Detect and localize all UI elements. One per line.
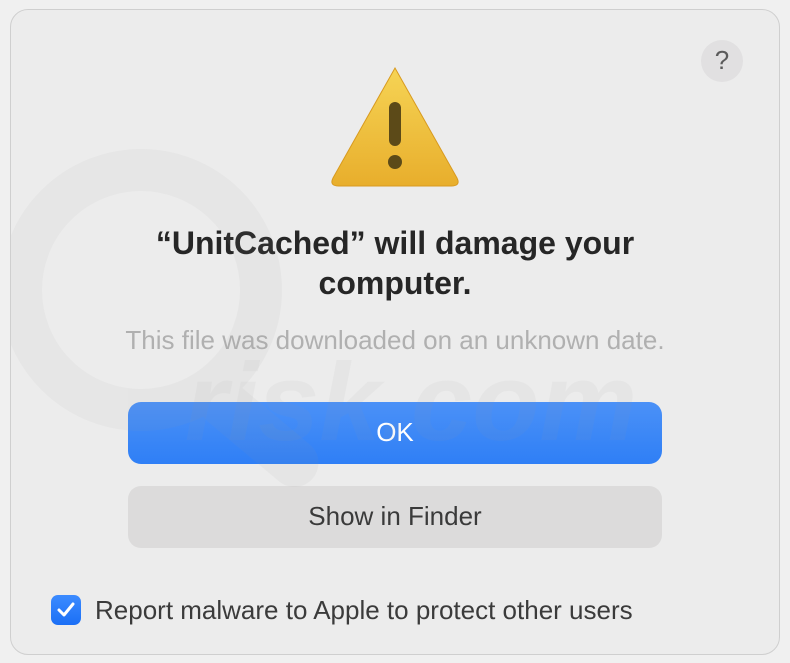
dialog-subtext: This file was downloaded on an unknown d… (125, 325, 664, 356)
report-malware-checkbox[interactable] (51, 595, 81, 625)
checkmark-icon (56, 600, 76, 620)
ok-button[interactable]: OK (128, 402, 662, 464)
ok-button-label: OK (376, 417, 414, 448)
show-in-finder-button[interactable]: Show in Finder (128, 486, 662, 548)
report-malware-label: Report malware to Apple to protect other… (95, 595, 633, 626)
warning-icon (325, 62, 465, 195)
alert-dialog: risk.com ? “UnitCached” will damage your… (10, 9, 780, 655)
show-in-finder-label: Show in Finder (308, 501, 481, 532)
dialog-heading: “UnitCached” will damage your computer. (85, 223, 705, 303)
report-malware-row: Report malware to Apple to protect other… (51, 595, 633, 626)
help-button[interactable]: ? (701, 40, 743, 82)
help-icon: ? (715, 45, 729, 76)
